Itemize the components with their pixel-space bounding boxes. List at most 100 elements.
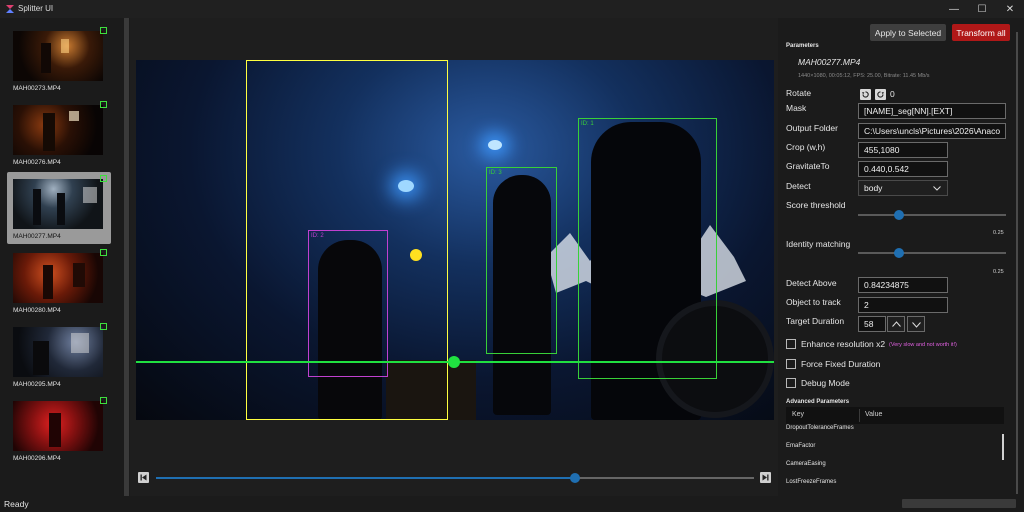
detect-above-label: Detect Above bbox=[786, 278, 837, 288]
crop-label: Crop (w,h) bbox=[786, 142, 826, 152]
processed-flag-icon bbox=[100, 175, 107, 182]
processed-flag-icon bbox=[100, 397, 107, 404]
score-threshold-handle[interactable] bbox=[894, 210, 905, 220]
detection-id: ID: 1 bbox=[581, 121, 594, 127]
file-item[interactable]: MAH00276.MP4 bbox=[7, 98, 111, 170]
force-fixed-duration-checkbox[interactable] bbox=[786, 359, 796, 369]
identity-matching-handle[interactable] bbox=[894, 248, 905, 258]
force-fixed-duration-label: Force Fixed Duration bbox=[801, 359, 881, 369]
enhance-resolution-label: Enhance resolution x2 bbox=[801, 339, 886, 349]
chevron-up-icon bbox=[892, 321, 901, 327]
window-title: Splitter UI bbox=[18, 4, 54, 13]
advanced-table-header: Key Value bbox=[786, 407, 1004, 424]
crop-input[interactable]: 455,1080 bbox=[858, 142, 948, 158]
track-point bbox=[448, 356, 460, 368]
thumbnail-image bbox=[13, 327, 103, 377]
thumbnail-image bbox=[13, 401, 103, 451]
timeline-handle[interactable] bbox=[569, 472, 580, 483]
identity-matching-value: 0.25 bbox=[993, 269, 1004, 275]
processed-flag-icon bbox=[100, 27, 107, 34]
rotate-right-button[interactable] bbox=[875, 89, 886, 100]
file-name: MAH00296.MP4 bbox=[13, 455, 61, 462]
timeline[interactable] bbox=[138, 470, 774, 486]
file-item[interactable]: MAH00295.MP4 bbox=[7, 320, 111, 392]
table-row[interactable]: LostFreezeFrames bbox=[786, 479, 836, 485]
skip-forward-icon bbox=[762, 474, 769, 481]
file-info: 1440×1080, 00:05:12, FPS: 25.00, Bitrate… bbox=[798, 73, 930, 79]
progress-bar bbox=[902, 499, 1016, 508]
increment-button[interactable] bbox=[887, 316, 905, 332]
detect-label: Detect bbox=[786, 181, 811, 191]
file-name: MAH00295.MP4 bbox=[13, 381, 61, 388]
processed-flag-icon bbox=[100, 101, 107, 108]
file-item[interactable]: MAH00280.MP4 bbox=[7, 246, 111, 318]
identity-matching-slider[interactable] bbox=[858, 248, 1006, 258]
debug-mode-checkbox[interactable] bbox=[786, 378, 796, 388]
timeline-progress bbox=[156, 477, 575, 479]
decrement-button[interactable] bbox=[907, 316, 925, 332]
advanced-parameters-heading: Advanced Parameters bbox=[786, 399, 850, 405]
rotate-left-button[interactable] bbox=[860, 89, 871, 100]
maximize-button[interactable]: ☐ bbox=[968, 0, 996, 18]
apply-to-selected-button[interactable]: Apply to Selected bbox=[870, 24, 946, 41]
detect-select[interactable]: body bbox=[858, 180, 948, 196]
detection-box: ID: 2 bbox=[308, 230, 388, 377]
file-item[interactable]: MAH00273.MP4 bbox=[7, 24, 111, 96]
detection-box: ID: 3 bbox=[486, 167, 557, 354]
stage-light bbox=[488, 140, 502, 150]
column-divider bbox=[859, 409, 860, 422]
rotate-cw-icon bbox=[877, 91, 884, 98]
title-bar: Splitter UI — ☐ ✕ bbox=[0, 0, 1024, 18]
file-item[interactable]: MAH00296.MP4 bbox=[7, 394, 111, 466]
parameters-panel: Apply to Selected Transform all Paramete… bbox=[778, 18, 1024, 496]
status-text: Ready bbox=[4, 499, 29, 509]
app-logo-icon bbox=[6, 5, 14, 13]
next-frame-button[interactable] bbox=[760, 472, 771, 483]
gravitate-label: GravitateTo bbox=[786, 161, 830, 171]
thumbnail-image bbox=[13, 31, 103, 81]
table-row[interactable]: EmaFactor bbox=[786, 443, 815, 449]
rotate-value: 0 bbox=[890, 89, 895, 99]
enhance-resolution-checkbox[interactable] bbox=[786, 339, 796, 349]
file-name: MAH00276.MP4 bbox=[13, 159, 61, 166]
chevron-down-icon bbox=[933, 186, 941, 191]
chevron-down-icon bbox=[912, 322, 921, 328]
target-duration-input[interactable]: 58 bbox=[858, 316, 886, 332]
file-item-selected[interactable]: MAH00277.MP4 bbox=[7, 172, 111, 244]
output-folder-label: Output Folder bbox=[786, 123, 838, 133]
gravity-point[interactable] bbox=[410, 249, 422, 261]
table-row[interactable]: CameraEasing bbox=[786, 461, 826, 467]
prev-frame-button[interactable] bbox=[138, 472, 149, 483]
debug-mode-label: Debug Mode bbox=[801, 378, 850, 388]
output-folder-input[interactable]: C:\Users\uncls\Pictures\2026\Anaco bbox=[858, 123, 1006, 139]
timeline-track[interactable] bbox=[156, 472, 754, 483]
score-threshold-label: Score threshold bbox=[786, 200, 846, 210]
enhance-resolution-note: (Very slow and not worth it!) bbox=[889, 342, 957, 348]
gravitate-input[interactable]: 0.440,0.542 bbox=[858, 161, 948, 177]
processed-flag-icon bbox=[100, 323, 107, 330]
file-name: MAH00280.MP4 bbox=[13, 307, 61, 314]
object-to-track-input[interactable]: 2 bbox=[858, 297, 948, 313]
transform-all-button[interactable]: Transform all bbox=[952, 24, 1010, 41]
mask-label: Mask bbox=[786, 103, 807, 113]
table-scrollbar[interactable] bbox=[1002, 434, 1004, 460]
minimize-button[interactable]: — bbox=[940, 0, 968, 18]
thumbnail-image bbox=[13, 105, 103, 155]
video-preview[interactable]: ID: 2 ID: 3 ID: 1 bbox=[136, 60, 774, 420]
detection-id: ID: 3 bbox=[489, 170, 502, 176]
detection-id: ID: 2 bbox=[311, 233, 324, 239]
sidebar-splitter[interactable] bbox=[124, 18, 129, 496]
close-button[interactable]: ✕ bbox=[996, 0, 1024, 18]
panel-scrollbar[interactable] bbox=[1016, 32, 1018, 494]
file-name: MAH00273.MP4 bbox=[13, 85, 61, 92]
thumbnail-image bbox=[13, 179, 103, 229]
object-to-track-label: Object to track bbox=[786, 297, 841, 307]
current-file-name: MAH00277.MP4 bbox=[798, 57, 861, 67]
target-duration-label: Target Duration bbox=[786, 316, 845, 326]
detect-above-input[interactable]: 0.84234875 bbox=[858, 277, 948, 293]
skip-back-icon bbox=[140, 474, 147, 481]
mask-input[interactable]: [NAME]_seg[NN].[EXT] bbox=[858, 103, 1006, 119]
table-row[interactable]: DropoutToleranceFrames bbox=[786, 425, 854, 431]
score-threshold-slider[interactable] bbox=[858, 210, 1006, 220]
processed-flag-icon bbox=[100, 249, 107, 256]
